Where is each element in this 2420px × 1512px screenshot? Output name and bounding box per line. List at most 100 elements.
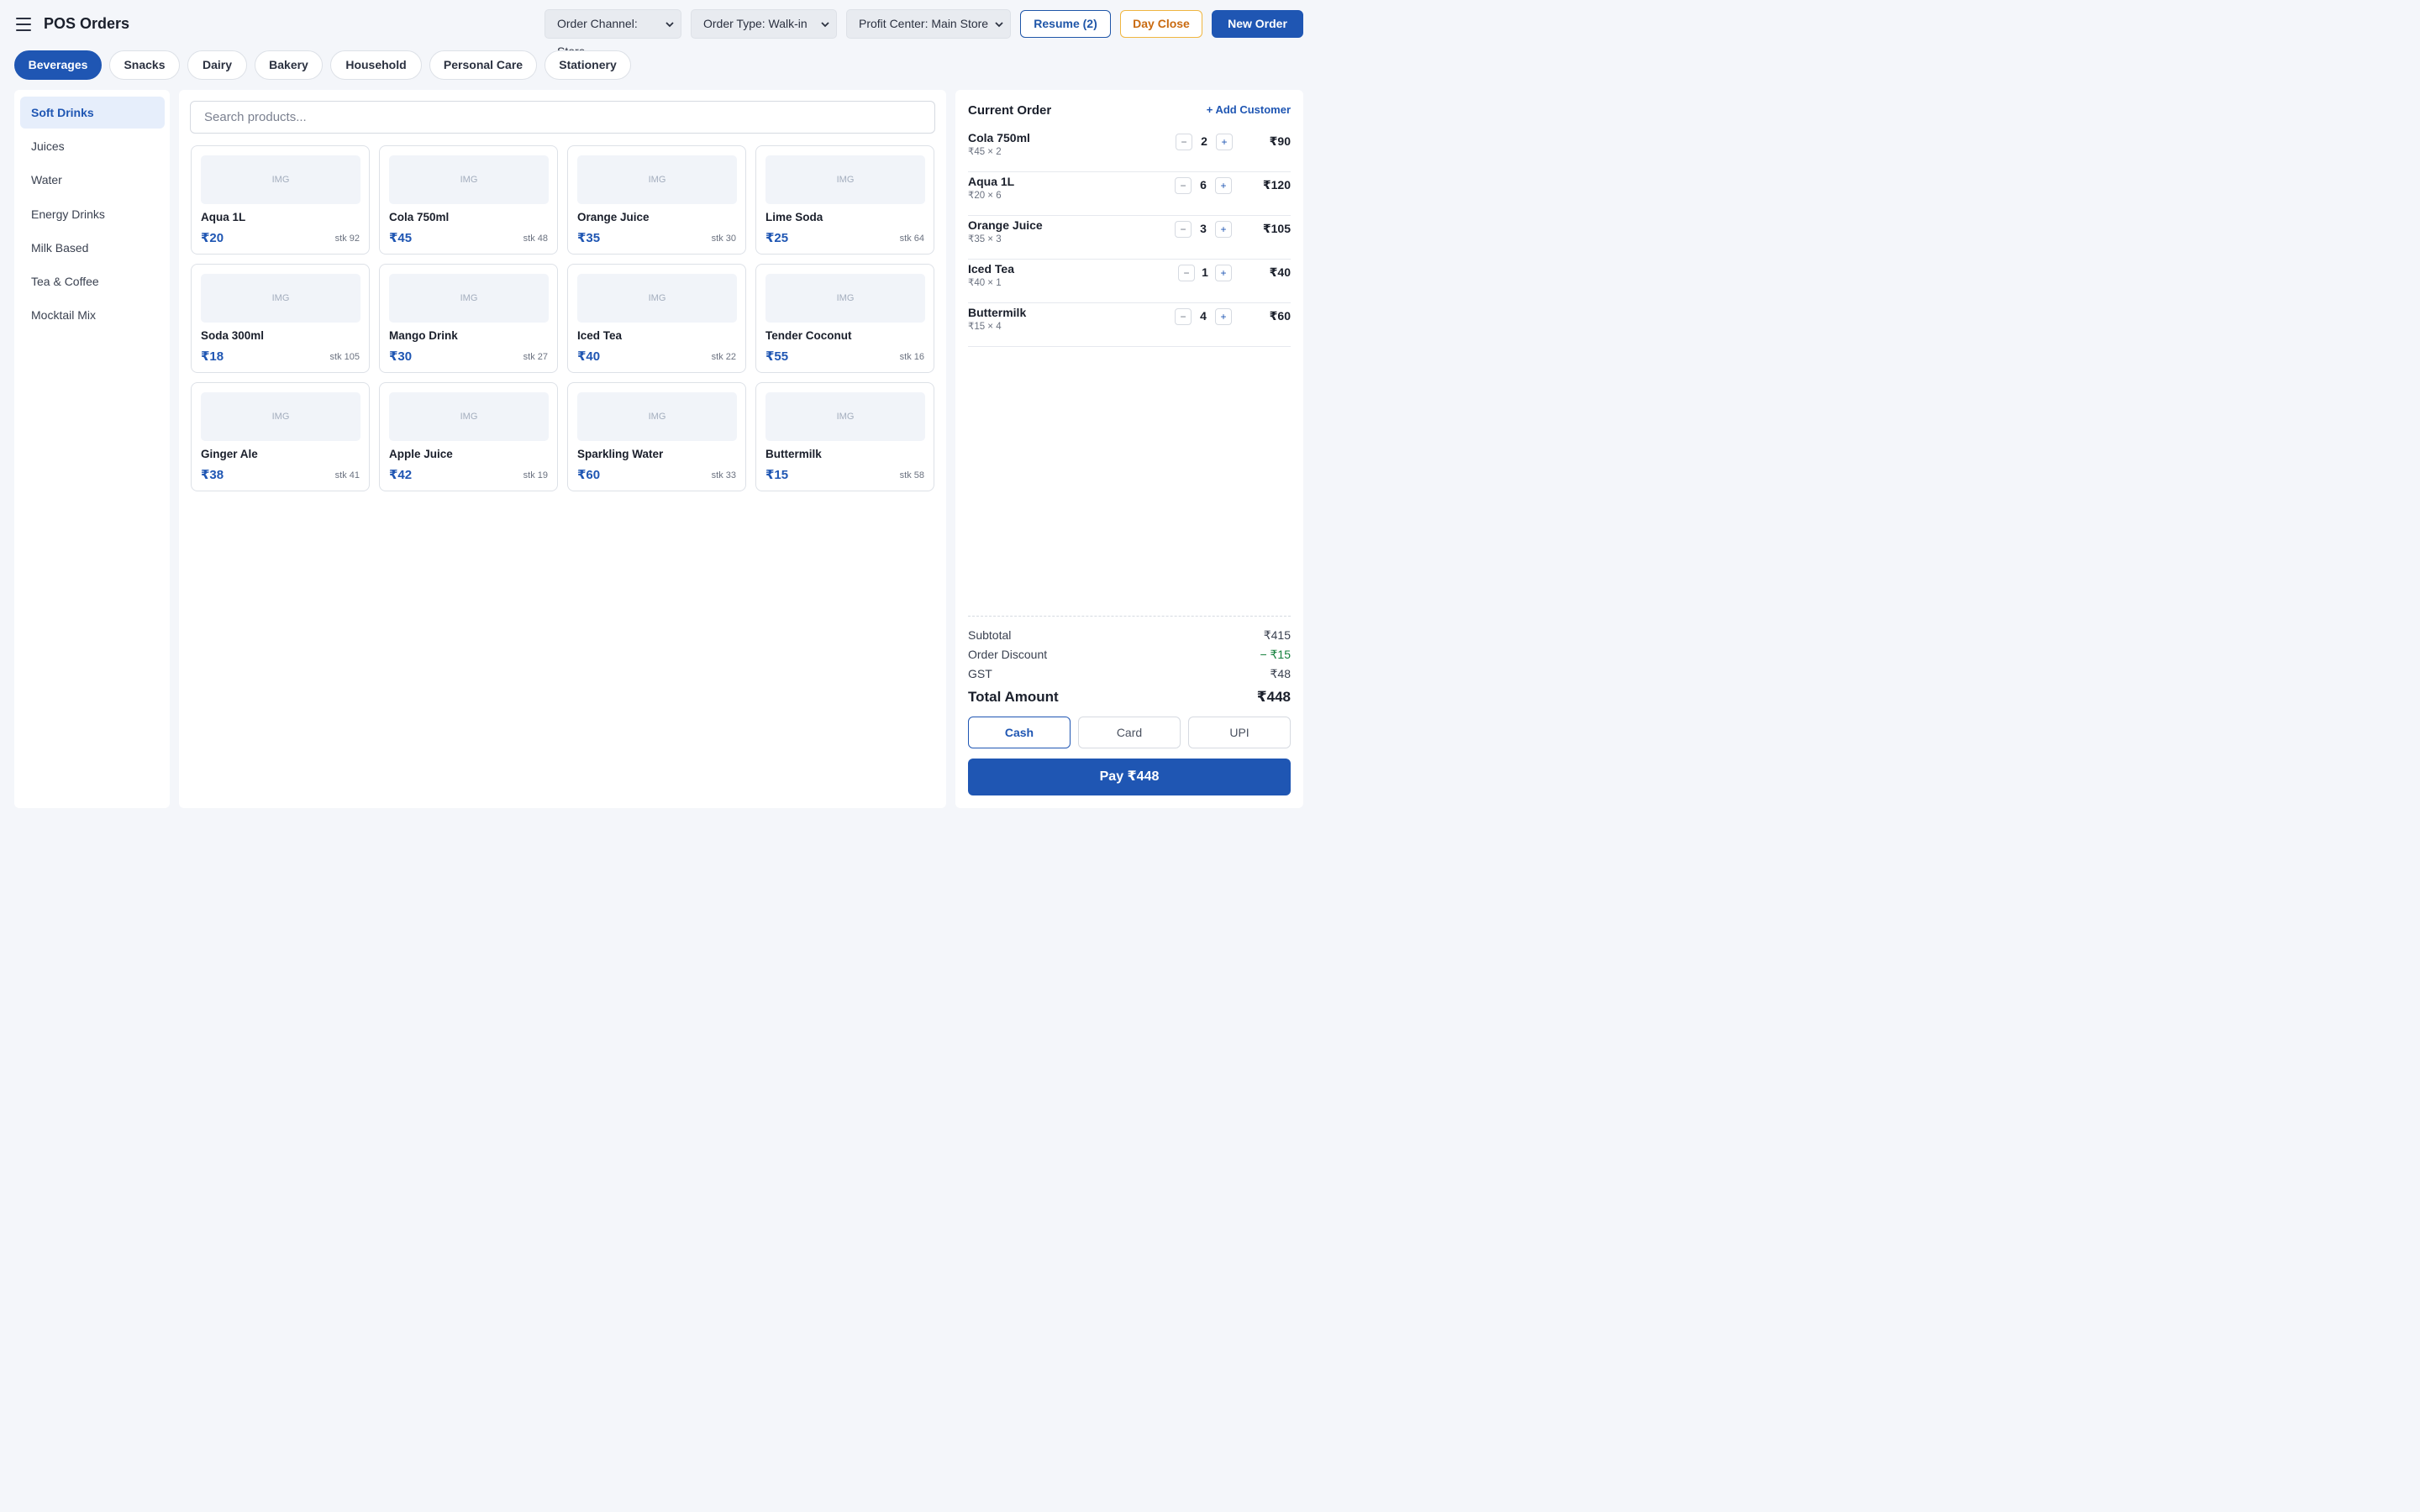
summary-divider <box>968 616 1291 617</box>
product-card[interactable]: IMG Orange Juice ₹35 stk 30 <box>567 145 746 255</box>
product-card[interactable]: IMG Lime Soda ₹25 stk 64 <box>755 145 934 255</box>
payment-cash-button[interactable]: Cash <box>968 717 1071 748</box>
product-price: ₹35 <box>577 231 601 245</box>
sidebar-item-milk-based[interactable]: Milk Based <box>20 232 165 264</box>
product-price: ₹30 <box>389 349 413 364</box>
profit-center-select[interactable]: Profit Center: Main Store <box>846 9 1011 39</box>
product-name: Mango Drink <box>389 329 458 342</box>
sidebar-item-soft-drinks[interactable]: Soft Drinks <box>20 97 165 129</box>
product-image-placeholder: IMG <box>201 274 360 323</box>
product-name: Orange Juice <box>577 211 650 223</box>
line-item-unit: ₹35 × 3 <box>968 234 1002 244</box>
product-name: Buttermilk <box>765 448 822 460</box>
product-stock: stk 27 <box>523 352 548 362</box>
order-line: Cola 750ml ₹45 × 2 − 2 + ₹90 <box>968 129 1291 172</box>
product-price: ₹20 <box>201 231 224 245</box>
tab-snacks[interactable]: Snacks <box>109 50 180 80</box>
line-item-total: ₹120 <box>1262 178 1291 192</box>
tab-personal-care[interactable]: Personal Care <box>429 50 537 80</box>
increase-qty-button[interactable]: + <box>1215 221 1232 238</box>
total-value: ₹448 <box>1256 689 1291 705</box>
product-card[interactable]: IMG Tender Coconut ₹55 stk 16 <box>755 264 934 373</box>
menu-icon[interactable] <box>16 18 31 31</box>
gst-row: GST ₹48 <box>968 667 1291 680</box>
line-item-qty: 6 <box>1200 178 1207 192</box>
line-item-qty: 4 <box>1200 309 1207 323</box>
line-item-name: Orange Juice <box>968 218 1043 232</box>
increase-qty-button[interactable]: + <box>1215 308 1232 325</box>
tab-household[interactable]: Household <box>330 50 422 80</box>
search-input[interactable] <box>190 101 935 134</box>
resume-button[interactable]: Resume (2) <box>1020 10 1111 38</box>
profit-center-value: Profit Center: Main Store <box>859 17 989 30</box>
product-card[interactable]: IMG Ginger Ale ₹38 stk 41 <box>191 382 370 491</box>
add-customer-button[interactable]: + Add Customer <box>1207 103 1291 116</box>
product-card[interactable]: IMG Buttermilk ₹15 stk 58 <box>755 382 934 491</box>
order-type-select[interactable]: Order Type: Walk-in <box>691 9 837 39</box>
sidebar-item-mocktail-mix[interactable]: Mocktail Mix <box>20 299 165 331</box>
increase-qty-button[interactable]: + <box>1215 177 1232 194</box>
order-type-value: Order Type: Walk-in <box>703 17 808 30</box>
order-channel-select[interactable]: Order Channel: Store <box>544 9 681 58</box>
discount-row: Order Discount − ₹15 <box>968 648 1291 661</box>
line-item-name: Iced Tea <box>968 262 1014 276</box>
total-row: Total Amount ₹448 <box>968 689 1291 706</box>
pay-button[interactable]: Pay ₹448 <box>968 759 1291 795</box>
product-stock: stk 64 <box>899 234 924 244</box>
decrease-qty-button[interactable]: − <box>1178 265 1195 281</box>
product-stock: stk 58 <box>899 470 924 480</box>
sidebar-item-juices[interactable]: Juices <box>20 130 165 162</box>
line-item-total: ₹90 <box>1269 134 1291 148</box>
decrease-qty-button[interactable]: − <box>1175 221 1192 238</box>
increase-qty-button[interactable]: + <box>1215 265 1232 281</box>
product-stock: stk 30 <box>711 234 736 244</box>
product-stock: stk 33 <box>711 470 736 480</box>
sidebar-item-tea-coffee[interactable]: Tea & Coffee <box>20 265 165 297</box>
line-item-qty: 2 <box>1201 134 1207 148</box>
tab-dairy[interactable]: Dairy <box>187 50 247 80</box>
chevron-down-icon <box>821 22 829 28</box>
product-name: Cola 750ml <box>389 211 450 223</box>
sidebar-item-water[interactable]: Water <box>20 164 165 196</box>
line-item-unit: ₹20 × 6 <box>968 191 1002 201</box>
product-price: ₹60 <box>577 468 601 482</box>
product-name: Apple Juice <box>389 448 453 460</box>
line-item-name: Buttermilk <box>968 306 1027 319</box>
product-image-placeholder: IMG <box>201 155 360 204</box>
product-image-placeholder: IMG <box>765 155 925 204</box>
product-stock: stk 19 <box>523 470 548 480</box>
payment-card-button[interactable]: Card <box>1078 717 1181 748</box>
product-card[interactable]: IMG Aqua 1L ₹20 stk 92 <box>191 145 370 255</box>
product-name: Ginger Ale <box>201 448 258 460</box>
tab-bakery[interactable]: Bakery <box>255 50 323 80</box>
product-card[interactable]: IMG Cola 750ml ₹45 stk 48 <box>379 145 558 255</box>
decrease-qty-button[interactable]: − <box>1176 134 1192 150</box>
chevron-down-icon <box>995 22 1003 28</box>
tab-beverages[interactable]: Beverages <box>14 50 102 80</box>
tab-stationery[interactable]: Stationery <box>544 50 631 80</box>
subtotal-value: ₹415 <box>1263 628 1291 642</box>
product-stock: stk 48 <box>523 234 548 244</box>
product-card[interactable]: IMG Iced Tea ₹40 stk 22 <box>567 264 746 373</box>
product-card[interactable]: IMG Mango Drink ₹30 stk 27 <box>379 264 558 373</box>
product-card[interactable]: IMG Apple Juice ₹42 stk 19 <box>379 382 558 491</box>
product-card[interactable]: IMG Soda 300ml ₹18 stk 105 <box>191 264 370 373</box>
payment-upi-button[interactable]: UPI <box>1188 717 1291 748</box>
order-line: Orange Juice ₹35 × 3 − 3 + ₹105 <box>968 216 1291 260</box>
decrease-qty-button[interactable]: − <box>1175 308 1192 325</box>
sidebar-item-energy-drinks[interactable]: Energy Drinks <box>20 198 165 230</box>
day-close-button[interactable]: Day Close <box>1120 10 1202 38</box>
product-stock: stk 16 <box>899 352 924 362</box>
product-image-placeholder: IMG <box>577 274 737 323</box>
line-item-total: ₹105 <box>1262 222 1291 235</box>
product-stock: stk 22 <box>711 352 736 362</box>
product-card[interactable]: IMG Sparkling Water ₹60 stk 33 <box>567 382 746 491</box>
gst-label: GST <box>968 667 992 680</box>
decrease-qty-button[interactable]: − <box>1175 177 1192 194</box>
product-price: ₹25 <box>765 231 789 245</box>
product-stock: stk 92 <box>334 234 360 244</box>
new-order-button[interactable]: New Order <box>1212 10 1303 38</box>
increase-qty-button[interactable]: + <box>1216 134 1233 150</box>
discount-value: − ₹15 <box>1260 648 1291 661</box>
order-panel: Current Order + Add Customer Cola 750ml … <box>955 90 1303 808</box>
